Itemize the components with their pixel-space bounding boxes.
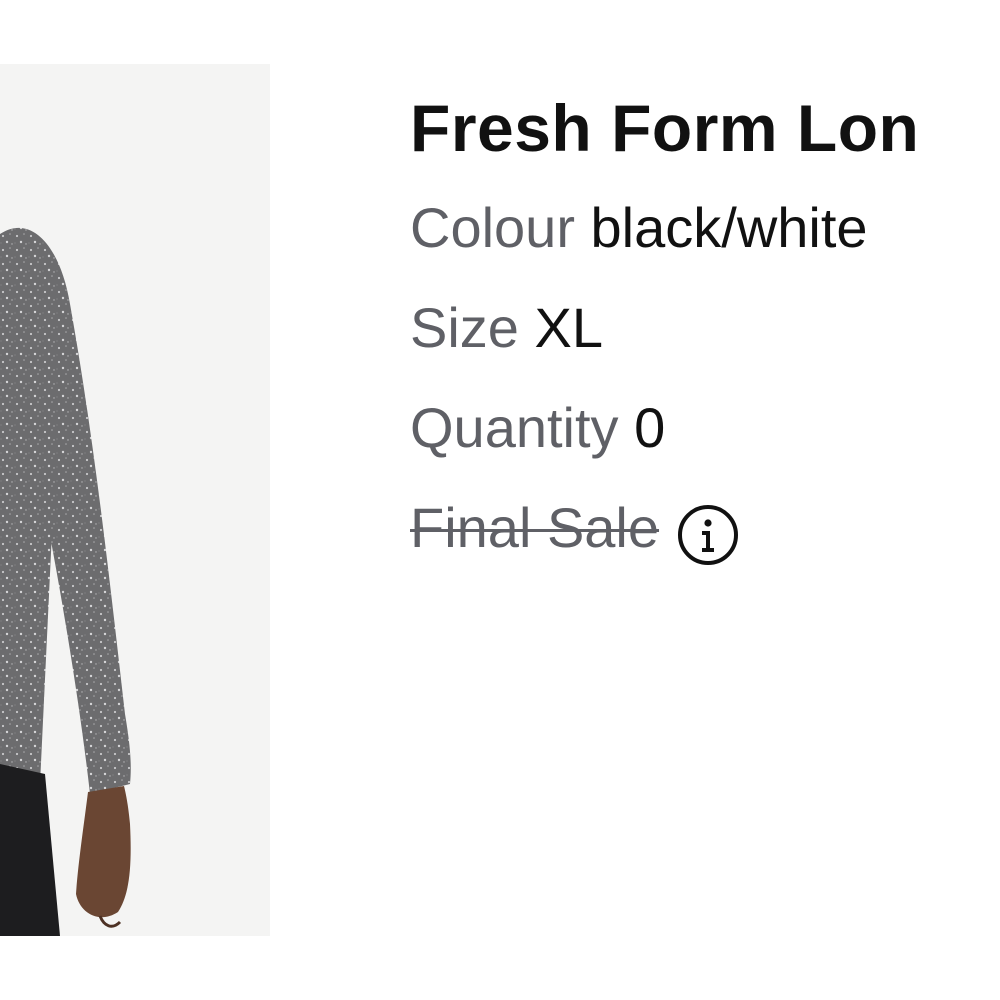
colour-value: black/white — [590, 196, 868, 259]
quantity-value: 0 — [634, 396, 666, 459]
colour-row: Colour black/white — [410, 178, 1000, 278]
cart-item: Fresh Form Lon Colour black/white Size X… — [0, 0, 1000, 1000]
product-details: Fresh Form Lon Colour black/white Size X… — [410, 78, 1000, 578]
final-sale-label: Final Sale — [410, 496, 660, 559]
final-sale-row: Final Sale — [410, 478, 1000, 578]
size-label: Size — [410, 296, 535, 359]
quantity-row: Quantity 0 — [410, 378, 1000, 478]
product-image[interactable] — [0, 64, 270, 936]
size-row: Size XL — [410, 278, 1000, 378]
size-value: XL — [534, 296, 604, 359]
product-title[interactable]: Fresh Form Lon — [410, 78, 1000, 178]
info-circle-icon[interactable] — [677, 497, 739, 565]
quantity-label: Quantity — [410, 396, 635, 459]
colour-label: Colour — [410, 196, 591, 259]
model-photo — [0, 227, 131, 936]
